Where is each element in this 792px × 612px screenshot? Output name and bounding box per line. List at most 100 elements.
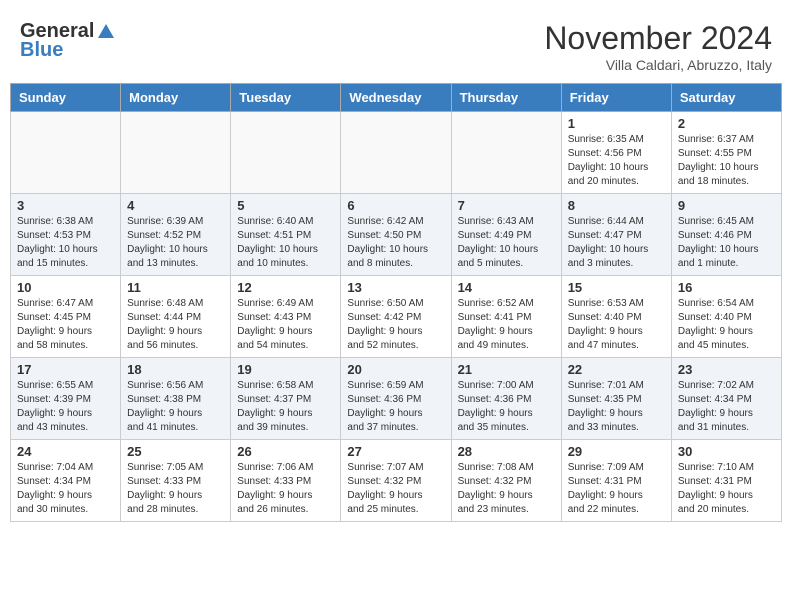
day-info: Sunrise: 6:45 AM Sunset: 4:46 PM Dayligh…: [678, 215, 775, 271]
calendar-cell: 15 Sunrise: 6:53 AM Sunset: 4:40 PM Dayli…: [561, 276, 671, 358]
month-title: November 2024: [544, 20, 772, 57]
location-subtitle: Villa Caldari, Abruzzo, Italy: [544, 57, 772, 73]
calendar-cell: 4 Sunrise: 6:39 AM Sunset: 4:52 PM Daylig…: [121, 194, 231, 276]
day-info: Sunrise: 6:44 AM Sunset: 4:47 PM Dayligh…: [568, 215, 665, 271]
calendar-cell: 28Sunrise: 7:08 AM Sunset: 4:32 PM Dayli…: [451, 440, 561, 522]
day-info: Sunrise: 6:58 AM Sunset: 4:37 PM Dayligh…: [237, 379, 334, 435]
day-number: 7: [458, 198, 555, 213]
day-number: 19: [237, 362, 334, 377]
logo: General Blue: [20, 20, 116, 62]
day-number: 30: [678, 444, 775, 459]
day-number: 27: [347, 444, 444, 459]
calendar-cell: 12 Sunrise: 6:49 AM Sunset: 4:43 PM Dayli…: [231, 276, 341, 358]
calendar-cell: 21 Sunrise: 7:00 AM Sunset: 4:36 PM Dayli…: [451, 358, 561, 440]
calendar-cell: [341, 112, 451, 194]
day-number: 26: [237, 444, 334, 459]
weekday-header: Sunday: [11, 84, 121, 112]
calendar-week-row: 24 Sunrise: 7:04 AM Sunset: 4:34 PM Dayli…: [11, 440, 782, 522]
day-number: 28: [458, 444, 555, 459]
day-info: Sunrise: 6:52 AM Sunset: 4:41 PM Dayligh…: [458, 297, 555, 353]
day-number: 23: [678, 362, 775, 377]
day-number: 21: [458, 362, 555, 377]
day-info: Sunrise: 7:00 AM Sunset: 4:36 PM Dayligh…: [458, 379, 555, 435]
day-info: Sunrise: 7:01 AM Sunset: 4:35 PM Dayligh…: [568, 379, 665, 435]
day-number: 4: [127, 198, 224, 213]
calendar-cell: 26 Sunrise: 7:06 AM Sunset: 4:33 PM Dayli…: [231, 440, 341, 522]
calendar-cell: [11, 112, 121, 194]
calendar-week-row: 17 Sunrise: 6:55 AM Sunset: 4:39 PM Dayli…: [11, 358, 782, 440]
title-block: November 2024 Villa Caldari, Abruzzo, It…: [544, 20, 772, 73]
day-info: Sunrise: 7:02 AM Sunset: 4:34 PM Dayligh…: [678, 379, 775, 435]
day-number: 12: [237, 280, 334, 295]
calendar-cell: 8 Sunrise: 6:44 AM Sunset: 4:47 PM Daylig…: [561, 194, 671, 276]
calendar-cell: 14 Sunrise: 6:52 AM Sunset: 4:41 PM Dayli…: [451, 276, 561, 358]
day-number: 5: [237, 198, 334, 213]
day-info: Sunrise: 6:38 AM Sunset: 4:53 PM Dayligh…: [17, 215, 114, 271]
day-info: Sunrise: 6:47 AM Sunset: 4:45 PM Dayligh…: [17, 297, 114, 353]
day-number: 13: [347, 280, 444, 295]
day-number: 15: [568, 280, 665, 295]
calendar-cell: 23 Sunrise: 7:02 AM Sunset: 4:34 PM Dayli…: [671, 358, 781, 440]
day-info: Sunrise: 6:42 AM Sunset: 4:50 PM Dayligh…: [347, 215, 444, 271]
day-info: Sunrise: 7:05 AM Sunset: 4:33 PM Dayligh…: [127, 461, 224, 517]
day-number: 18: [127, 362, 224, 377]
calendar-cell: 18 Sunrise: 6:56 AM Sunset: 4:38 PM Dayli…: [121, 358, 231, 440]
calendar-cell: 3 Sunrise: 6:38 AM Sunset: 4:53 PM Daylig…: [11, 194, 121, 276]
calendar-cell: 7 Sunrise: 6:43 AM Sunset: 4:49 PM Daylig…: [451, 194, 561, 276]
day-info: Sunrise: 6:49 AM Sunset: 4:43 PM Dayligh…: [237, 297, 334, 353]
day-number: 20: [347, 362, 444, 377]
weekday-header: Monday: [121, 84, 231, 112]
calendar-cell: 25 Sunrise: 7:05 AM Sunset: 4:33 PM Dayli…: [121, 440, 231, 522]
calendar-cell: 10 Sunrise: 6:47 AM Sunset: 4:45 PM Dayli…: [11, 276, 121, 358]
calendar-cell: [451, 112, 561, 194]
calendar-cell: 24 Sunrise: 7:04 AM Sunset: 4:34 PM Dayli…: [11, 440, 121, 522]
day-number: 8: [568, 198, 665, 213]
day-info: Sunrise: 7:04 AM Sunset: 4:34 PM Dayligh…: [17, 461, 114, 517]
calendar-cell: 13 Sunrise: 6:50 AM Sunset: 4:42 PM Dayli…: [341, 276, 451, 358]
calendar-cell: 11Sunrise: 6:48 AM Sunset: 4:44 PM Dayli…: [121, 276, 231, 358]
day-info: Sunrise: 6:59 AM Sunset: 4:36 PM Dayligh…: [347, 379, 444, 435]
calendar-cell: 9 Sunrise: 6:45 AM Sunset: 4:46 PM Daylig…: [671, 194, 781, 276]
day-info: Sunrise: 6:54 AM Sunset: 4:40 PM Dayligh…: [678, 297, 775, 353]
calendar-cell: [231, 112, 341, 194]
calendar-cell: 22 Sunrise: 7:01 AM Sunset: 4:35 PM Dayli…: [561, 358, 671, 440]
calendar-week-row: 10 Sunrise: 6:47 AM Sunset: 4:45 PM Dayli…: [11, 276, 782, 358]
calendar-cell: 30Sunrise: 7:10 AM Sunset: 4:31 PM Dayli…: [671, 440, 781, 522]
day-info: Sunrise: 6:50 AM Sunset: 4:42 PM Dayligh…: [347, 297, 444, 353]
calendar-week-row: 1Sunrise: 6:35 AM Sunset: 4:56 PM Daylig…: [11, 112, 782, 194]
day-number: 24: [17, 444, 114, 459]
day-number: 16: [678, 280, 775, 295]
day-info: Sunrise: 6:35 AM Sunset: 4:56 PM Dayligh…: [568, 133, 665, 189]
day-number: 14: [458, 280, 555, 295]
day-number: 22: [568, 362, 665, 377]
weekday-header: Tuesday: [231, 84, 341, 112]
calendar-cell: 5Sunrise: 6:40 AM Sunset: 4:51 PM Daylig…: [231, 194, 341, 276]
day-info: Sunrise: 6:55 AM Sunset: 4:39 PM Dayligh…: [17, 379, 114, 435]
day-number: 25: [127, 444, 224, 459]
calendar-cell: 1Sunrise: 6:35 AM Sunset: 4:56 PM Daylig…: [561, 112, 671, 194]
day-info: Sunrise: 6:39 AM Sunset: 4:52 PM Dayligh…: [127, 215, 224, 271]
day-info: Sunrise: 6:53 AM Sunset: 4:40 PM Dayligh…: [568, 297, 665, 353]
day-number: 9: [678, 198, 775, 213]
day-info: Sunrise: 6:43 AM Sunset: 4:49 PM Dayligh…: [458, 215, 555, 271]
calendar-table: SundayMondayTuesdayWednesdayThursdayFrid…: [10, 83, 782, 522]
calendar-cell: 16 Sunrise: 6:54 AM Sunset: 4:40 PM Dayli…: [671, 276, 781, 358]
calendar-cell: 6 Sunrise: 6:42 AM Sunset: 4:50 PM Daylig…: [341, 194, 451, 276]
day-number: 6: [347, 198, 444, 213]
weekday-header: Saturday: [671, 84, 781, 112]
calendar-cell: 27Sunrise: 7:07 AM Sunset: 4:32 PM Dayli…: [341, 440, 451, 522]
weekday-header: Friday: [561, 84, 671, 112]
day-number: 29: [568, 444, 665, 459]
calendar-cell: 19 Sunrise: 6:58 AM Sunset: 4:37 PM Dayli…: [231, 358, 341, 440]
day-info: Sunrise: 7:06 AM Sunset: 4:33 PM Dayligh…: [237, 461, 334, 517]
day-number: 3: [17, 198, 114, 213]
day-info: Sunrise: 7:09 AM Sunset: 4:31 PM Dayligh…: [568, 461, 665, 517]
day-number: 11: [127, 280, 224, 295]
calendar-cell: 20 Sunrise: 6:59 AM Sunset: 4:36 PM Dayli…: [341, 358, 451, 440]
day-number: 10: [17, 280, 114, 295]
logo-blue-text: Blue: [20, 39, 63, 62]
day-info: Sunrise: 6:56 AM Sunset: 4:38 PM Dayligh…: [127, 379, 224, 435]
page-header: General Blue November 2024 Villa Caldari…: [10, 10, 782, 78]
logo-icon: [96, 22, 116, 42]
day-number: 17: [17, 362, 114, 377]
